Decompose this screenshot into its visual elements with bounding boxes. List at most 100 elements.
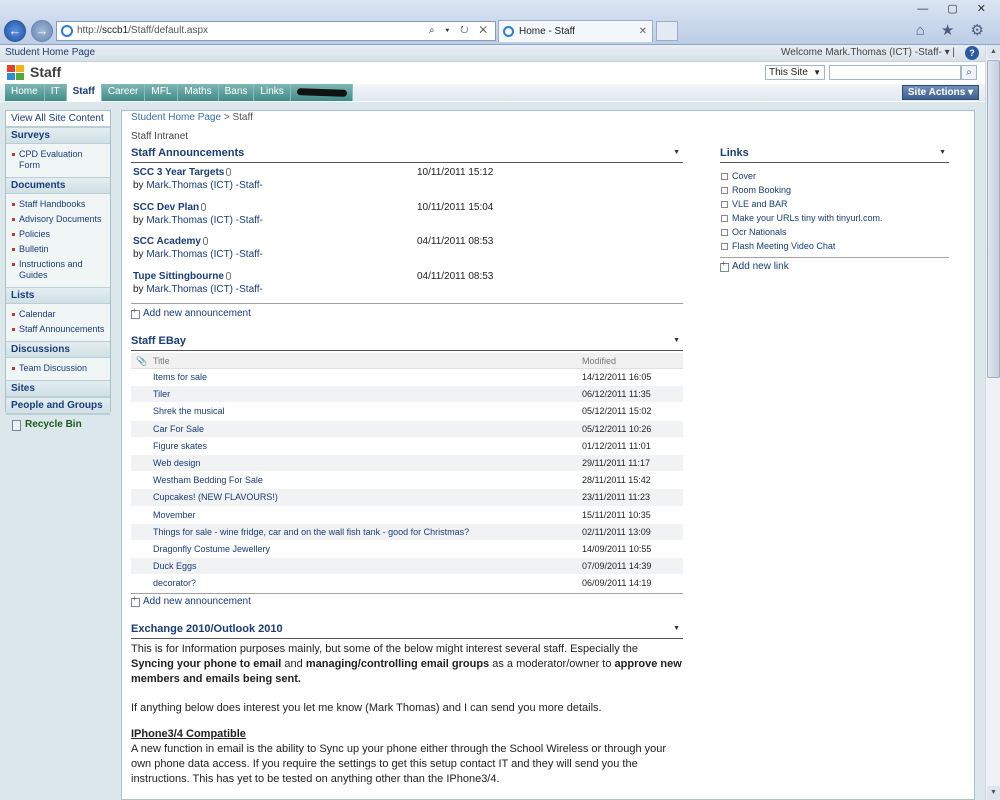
item-title-link[interactable]: Things for sale - wine fridge, car and o… <box>153 527 469 537</box>
item-modified: 23/11/2011 11:23 <box>582 492 651 503</box>
view-all-site-content-link[interactable]: View All Site Content <box>6 111 110 127</box>
add-new-link[interactable]: Add new link <box>720 259 789 272</box>
help-icon[interactable]: ? <box>965 46 979 60</box>
item-modified: 15/11/2011 10:35 <box>582 509 651 520</box>
announcement-title[interactable]: SCC Academy <box>133 236 201 247</box>
item-title-link[interactable]: Tiler <box>153 389 170 399</box>
add-new-announcement-link[interactable]: Add new announcement <box>131 306 251 319</box>
link-item[interactable]: Cover <box>720 169 949 183</box>
announcement-item: Tupe Sittingbourne 04/11/2011 08:53 by Mar… <box>133 271 673 295</box>
link-item[interactable]: VLE and BAR <box>720 197 949 211</box>
add-new-ebay-item-link[interactable]: Add new announcement <box>131 594 251 607</box>
item-title-link[interactable]: Westham Bedding For Sale <box>153 475 263 485</box>
search-scope-select[interactable]: This Site ▼ <box>765 65 825 80</box>
nav-tab-links[interactable]: Links <box>254 84 291 101</box>
webpart-menu-icon[interactable]: ▼ <box>673 625 680 632</box>
forward-button[interactable]: → <box>31 20 53 42</box>
announcement-title[interactable]: Tupe Sittingbourne <box>133 271 224 282</box>
address-bar-buttons[interactable]: ⌕ ▾ ↻ ✕ <box>429 22 491 40</box>
quick-launch-heading[interactable]: Discussions <box>6 341 110 358</box>
quick-launch-item[interactable]: Calendar <box>6 307 110 322</box>
search-icon[interactable]: ⌕ <box>961 65 977 80</box>
item-title-link[interactable]: Dragonfly Costume Jewellery <box>153 544 270 554</box>
item-title-link[interactable]: Items for sale <box>153 372 207 382</box>
browser-toolbar: — ▢ ✕ ← → http://sccb1/Staff/default.asp… <box>0 0 1000 45</box>
quick-launch-item[interactable]: Staff Announcements <box>6 322 110 337</box>
webpart-menu-icon[interactable]: ▼ <box>939 149 946 156</box>
webpart-menu-icon[interactable]: ▼ <box>673 149 680 156</box>
webpart-menu-icon[interactable]: ▼ <box>673 337 680 344</box>
site-title[interactable]: Staff <box>30 64 61 80</box>
author-link[interactable]: Mark.Thomas (ICT) -Staff- <box>146 180 263 191</box>
item-title-link[interactable]: Figure skates <box>153 441 207 451</box>
address-bar[interactable]: http://sccb1/Staff/default.aspx ⌕ ▾ ↻ ✕ <box>56 21 496 41</box>
quick-launch-heading[interactable]: People and Groups <box>6 397 110 414</box>
item-modified: 14/09/2011 10:55 <box>582 543 652 554</box>
nav-tab-mfl[interactable]: MFL <box>145 84 179 101</box>
author-link[interactable]: Mark.Thomas (ICT) -Staff- <box>146 284 263 295</box>
quick-launch-item[interactable]: Instructions and Guides <box>6 257 110 283</box>
announcement-byline: by Mark.Thomas (ICT) -Staff- <box>133 284 673 295</box>
nav-tab-it[interactable]: IT <box>44 84 67 101</box>
exchange-title[interactable]: Exchange 2010/Outlook 2010 <box>131 623 283 635</box>
url-path: /Staff/default.aspx <box>128 25 209 36</box>
author-link[interactable]: Mark.Thomas (ICT) -Staff- <box>146 249 263 260</box>
link-item[interactable]: Flash Meeting Video Chat <box>720 239 949 253</box>
nav-tab-bans[interactable]: Bans <box>218 84 255 101</box>
link-item[interactable]: Room Booking <box>720 183 949 197</box>
announcement-title[interactable]: SCC 3 Year Targets <box>133 167 224 178</box>
announcement-title[interactable]: SCC Dev Plan <box>133 202 199 213</box>
item-title-link[interactable]: Web design <box>153 458 200 468</box>
nav-tab-redacted[interactable] <box>290 84 353 101</box>
quick-launch-item[interactable]: Team Discussion <box>6 361 110 376</box>
quick-launch-item[interactable]: Advisory Documents <box>6 212 110 227</box>
nav-tab-maths[interactable]: Maths <box>178 84 219 101</box>
quick-launch-item[interactable]: Policies <box>6 227 110 242</box>
quick-launch-item[interactable]: Staff Handbooks <box>6 197 110 212</box>
scroll-down-icon[interactable]: ▼ <box>987 786 1000 800</box>
announcement-byline: by Mark.Thomas (ICT) -Staff- <box>133 249 673 260</box>
links-title[interactable]: Links <box>720 147 749 159</box>
item-title-link[interactable]: Duck Eggs <box>153 561 197 571</box>
breadcrumb-root[interactable]: Student Home Page <box>131 112 221 123</box>
item-title-link[interactable]: Movember <box>153 510 196 520</box>
quick-launch-item[interactable]: Bulletin <box>6 242 110 257</box>
nav-tab-career[interactable]: Career <box>101 84 146 101</box>
item-title-link[interactable]: Car For Sale <box>153 424 204 434</box>
item-title-link[interactable]: decorator? <box>153 578 196 588</box>
announcements-webpart-title: Staff Announcements ▼ <box>131 147 683 163</box>
quick-launch-heading[interactable]: Sites <box>6 380 110 397</box>
site-actions-button[interactable]: Site Actions ▾ <box>902 85 979 100</box>
quick-launch-item[interactable]: CPD Evaluation Form <box>6 147 110 173</box>
item-title-link[interactable]: Cupcakes! (NEW FLAVOURS!) <box>153 492 278 502</box>
author-link[interactable]: Mark.Thomas (ICT) -Staff- <box>146 215 263 226</box>
nav-tab-home[interactable]: Home <box>5 84 45 101</box>
quick-launch-heading[interactable]: Surveys <box>6 127 110 144</box>
col-header-title[interactable]: Title <box>153 356 170 366</box>
new-tab-button[interactable] <box>656 21 678 41</box>
quick-launch-heading[interactable]: Documents <box>6 177 110 194</box>
page-body: View All Site Content Surveys CPD Evaluat… <box>0 102 985 800</box>
search-input[interactable] <box>829 65 961 80</box>
tab-close-icon[interactable]: ✕ <box>639 21 647 42</box>
ebay-title[interactable]: Staff EBay <box>131 335 186 347</box>
announcements-title[interactable]: Staff Announcements <box>131 147 244 159</box>
vertical-scrollbar[interactable]: ▲ ▼ <box>985 45 1000 800</box>
scroll-up-icon[interactable]: ▲ <box>987 45 1000 59</box>
recycle-bin-link[interactable]: Recycle Bin <box>6 414 110 434</box>
browser-tab[interactable]: Home - Staff ✕ <box>498 20 653 42</box>
window-controls[interactable]: — ▢ ✕ <box>917 2 994 15</box>
scrollbar-thumb[interactable] <box>987 60 1000 378</box>
item-title-link[interactable]: Shrek the musical <box>153 406 225 416</box>
link-item[interactable]: Make your URLs tiny with tinyurl.com. <box>720 211 949 225</box>
back-button[interactable]: ← <box>4 20 26 42</box>
col-header-modified[interactable]: Modified <box>582 356 616 366</box>
welcome-menu[interactable]: Welcome Mark.Thomas (ICT) -Staff- ▾ | <box>781 45 955 61</box>
link-item[interactable]: Ocr Nationals <box>720 225 949 239</box>
global-breadcrumb[interactable]: Student Home Page <box>5 45 95 61</box>
nav-tab-staff[interactable]: Staff <box>66 84 102 101</box>
exchange-paragraph-2: If anything below does interest you let … <box>131 702 602 714</box>
table-row: Westham Bedding For Sale 28/11/2011 15:42 <box>131 472 683 490</box>
quick-launch-heading[interactable]: Lists <box>6 287 110 304</box>
browser-tool-icons[interactable]: ⌂ ★ ⚙ <box>916 21 990 39</box>
